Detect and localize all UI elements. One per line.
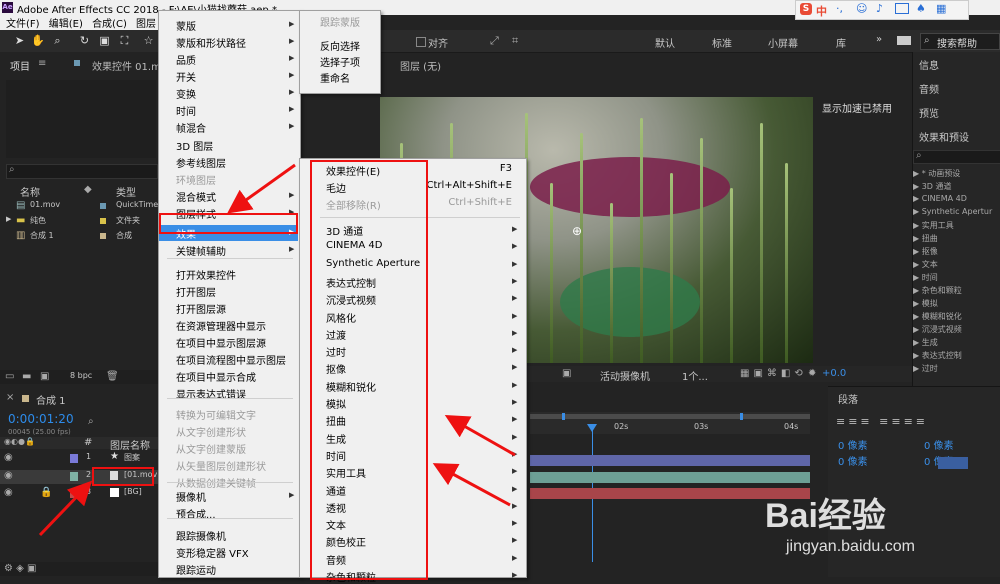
watermark-logo: Bai经验 bbox=[765, 497, 886, 535]
arrow-to-layer bbox=[38, 480, 93, 537]
arrow-to-submenu-lower bbox=[432, 463, 511, 507]
arrow-to-submenu-upper bbox=[444, 415, 516, 457]
arrow-to-effect-menu bbox=[227, 163, 296, 214]
watermark-url: jingyan.baidu.com bbox=[786, 538, 915, 555]
